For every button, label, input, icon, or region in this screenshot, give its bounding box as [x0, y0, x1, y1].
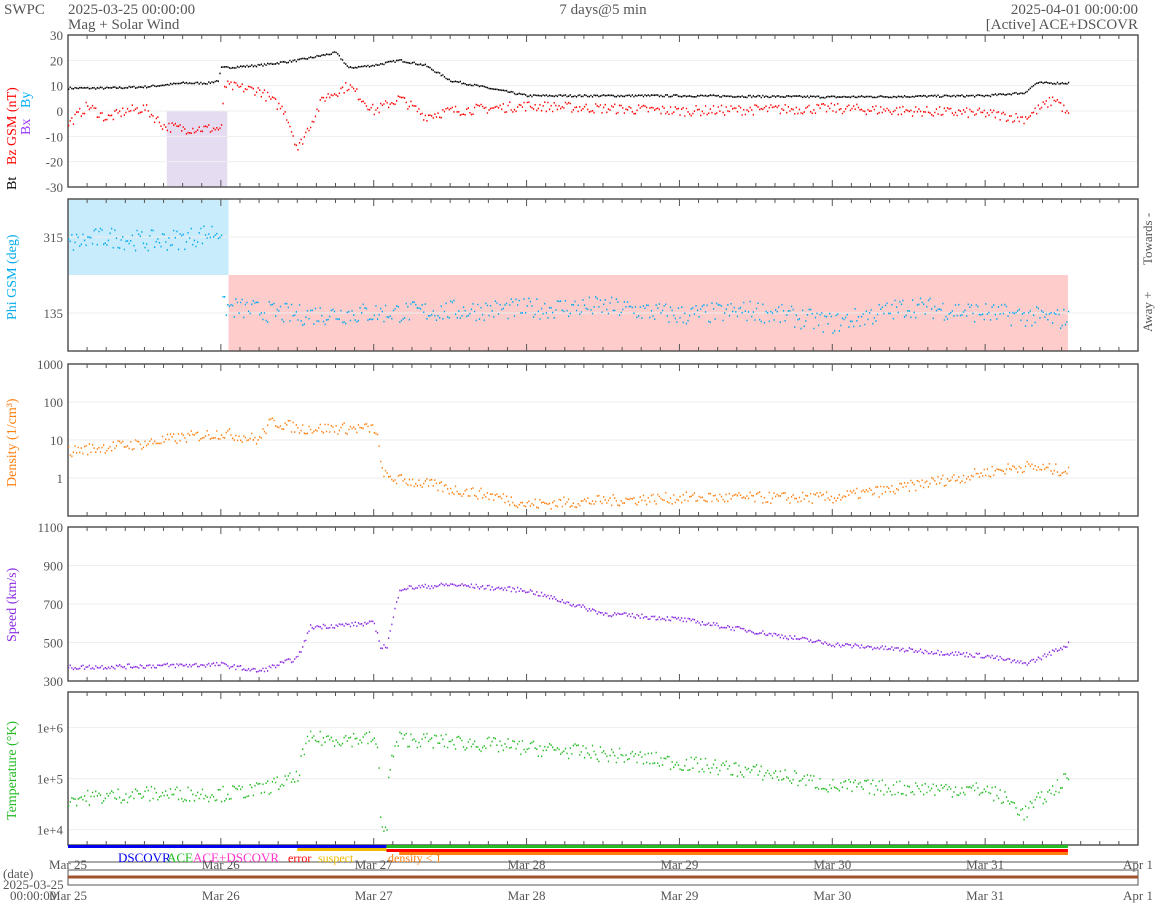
ylabel-bx: Bx	[19, 119, 34, 135]
y-tick-label: 500	[44, 636, 64, 651]
y-tick-label: 315	[44, 230, 64, 245]
y-tick-label: 700	[44, 597, 64, 612]
series-bt-points	[68, 51, 1070, 99]
time-span: 7 days@5 min	[559, 2, 647, 18]
x-tick-label-0: Mar 25	[49, 857, 87, 872]
ylabel-bz: Bz GSM (nT)	[5, 87, 20, 165]
ylabel-temperature: Temperature (°K)	[5, 721, 20, 820]
source-label: [Active] ACE+DSCOVR	[986, 17, 1138, 33]
ylabel-by: By	[19, 92, 34, 108]
ylabel-bt: Bt	[5, 177, 20, 190]
x-tick-label-3: Mar 28	[508, 888, 546, 903]
x-tick-label-6: Mar 31	[966, 857, 1004, 872]
x-tick-label-3: Mar 28	[508, 857, 546, 872]
end-time: 2025-04-01 00:00:00	[1011, 2, 1138, 18]
x-tick-label-4: Mar 29	[660, 857, 698, 872]
legend-suspect: suspect	[318, 851, 354, 865]
legend-dscovr: DSCOVR	[118, 850, 171, 865]
y-tick-label: 10	[50, 79, 63, 94]
series-speed-points	[68, 582, 1070, 673]
bz-south-shade	[166, 111, 228, 187]
solar-wind-chart: SWPC 2025-03-25 00:00:00 Mag + Solar Win…	[3, 2, 1155, 903]
x-tick-label-5: Mar 30	[813, 888, 851, 903]
source-bar-dscovr	[68, 845, 387, 848]
y-tick-label: -20	[46, 155, 63, 170]
y-tick-label: 300	[44, 674, 64, 689]
y-tick-label: 20	[50, 53, 63, 68]
y-tick-label: 900	[44, 559, 64, 574]
error-bar	[386, 849, 1068, 852]
y-tick-label: 1e+6	[37, 721, 64, 736]
legend-ace-dscovr: ACE+DSCOVR	[193, 850, 279, 865]
y-tick-label: 100	[44, 395, 64, 410]
y-tick-label: 30	[50, 28, 63, 43]
y-tick-label: -30	[46, 180, 63, 195]
x-tick-label-2: Mar 27	[355, 888, 393, 903]
x-tick-label-7: Apr 1	[1123, 857, 1153, 872]
density-flag-bar	[399, 852, 1068, 855]
series-temperature-points	[68, 730, 1070, 832]
ref-time: 00:00:00	[10, 888, 56, 903]
y-tick-label: 1e+5	[37, 772, 63, 787]
y-tick-label: 10	[50, 433, 63, 448]
legend-error: error	[288, 851, 311, 865]
y-tick-label: 0	[57, 104, 64, 119]
x-tick-label-7: Apr 1	[1123, 888, 1153, 903]
org-label: SWPC	[4, 2, 45, 18]
y-tick-label: -10	[46, 129, 63, 144]
start-time: 2025-03-25 00:00:00	[68, 2, 195, 18]
source-bar-ace	[386, 845, 1068, 848]
label-away: Away +	[1140, 292, 1155, 332]
legend-ace: ACE	[167, 850, 193, 865]
series-density-points	[68, 417, 1070, 510]
x-tick-label-1: Mar 26	[202, 888, 240, 903]
legend-density: density < 1	[388, 851, 441, 865]
label-towards: Towards -	[1140, 213, 1155, 265]
y-tick-label: 1000	[37, 357, 63, 372]
x-tick-label-4: Mar 29	[660, 888, 698, 903]
y-tick-label: 1100	[37, 520, 63, 535]
y-tick-label: 1e+4	[37, 823, 64, 838]
y-tick-label: 1	[57, 471, 64, 486]
ylabel-phi: Phi GSM (deg)	[5, 234, 20, 320]
panel-frame	[67, 691, 1139, 846]
x-tick-label-5: Mar 30	[813, 857, 851, 872]
ylabel-density: Density (1/cm³)	[5, 398, 20, 487]
subtitle: Mag + Solar Wind	[68, 17, 180, 33]
x-tick-label-6: Mar 31	[966, 888, 1004, 903]
ylabel-speed: Speed (km/s)	[5, 567, 20, 642]
y-tick-label: 135	[44, 306, 64, 321]
